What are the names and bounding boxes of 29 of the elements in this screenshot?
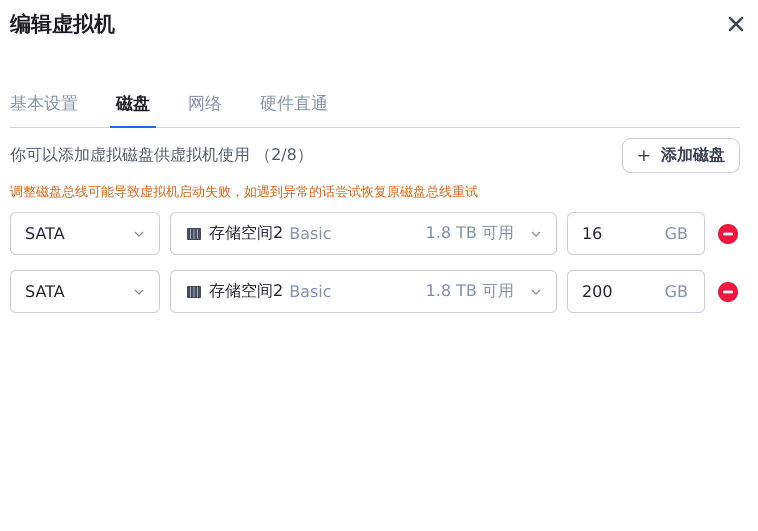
bus-select[interactable]: SATA (10, 212, 160, 255)
remove-button[interactable] (718, 282, 738, 302)
window-title: 编辑虚拟机 (10, 11, 115, 38)
storage-type: Basic (289, 282, 332, 301)
available-space: 1.8 TB 可用 (426, 281, 514, 302)
size-field[interactable]: 200 GB (567, 270, 705, 313)
remove-icon (718, 282, 738, 302)
warning-text: 调整磁盘总线可能导致虚拟机启动失败，如遇到异常的话尝试恢复原磁盘总线重试 (10, 184, 479, 201)
unit-label: GB (664, 282, 688, 301)
available-space: 1.8 TB 可用 (426, 223, 514, 244)
storage-select[interactable]: 存储空间2 Basic 1.8 TB 可用 (170, 270, 557, 313)
add-disk-button[interactable]: + 添加磁盘 (622, 138, 740, 173)
remove-icon (718, 224, 738, 244)
select-value: SATA (25, 224, 65, 243)
storage-icon (187, 226, 201, 240)
select-value: SATA (25, 282, 65, 301)
remove-button[interactable] (718, 224, 738, 244)
size-field[interactable]: 16 GB (567, 212, 705, 255)
close-icon (728, 16, 744, 32)
storage-select[interactable]: 存储空间2 Basic 1.8 TB 可用 (170, 212, 557, 255)
storage-type: Basic (289, 224, 332, 243)
tab[interactable]: 磁盘 (110, 84, 156, 128)
bus-select[interactable]: SATA (10, 270, 160, 313)
close-button[interactable] (728, 16, 744, 32)
unit-label: GB (664, 224, 688, 243)
info-text: 你可以添加虚拟磁盘供虚拟机使用 （2/8） (10, 145, 313, 166)
storage-name: 存储空间2 (209, 281, 284, 302)
storage-icon (187, 284, 201, 298)
storage-name: 存储空间2 (209, 223, 284, 244)
